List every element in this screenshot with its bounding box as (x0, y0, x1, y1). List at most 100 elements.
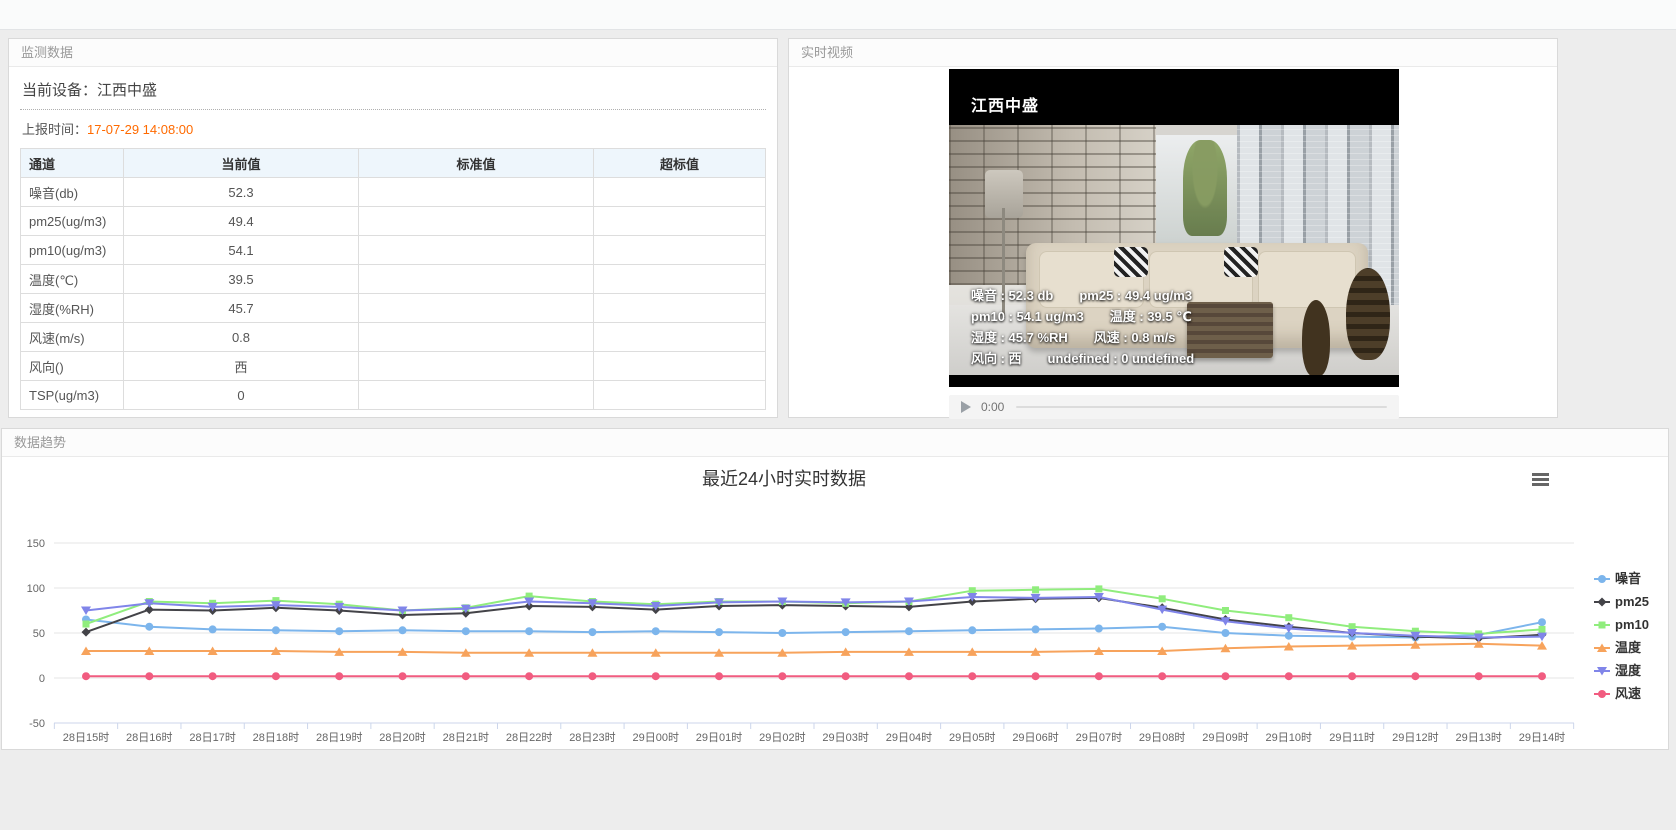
cell-standard (359, 323, 594, 352)
video-sensor-overlay: 噪音 : 52.3 db pm25 : 49.4 ug/m3pm10 : 54.… (971, 285, 1194, 369)
series-风速 (82, 672, 1546, 680)
svg-text:29日03时: 29日03时 (822, 731, 868, 744)
coffee-table-decor (1187, 302, 1273, 358)
plant-decor (1183, 140, 1227, 236)
cell-current: 49.4 (124, 207, 359, 236)
svg-text:29日06时: 29日06时 (1012, 731, 1058, 744)
cell-exceed (594, 381, 766, 410)
data-trend-panel: 数据趋势 最近24小时实时数据-5005010015028日15时28日16时2… (1, 428, 1669, 750)
monitor-panel-body: 当前设备：江西中盛 上报时间：17-07-29 14:08:00 通道 当前值 … (9, 67, 777, 412)
channel-table-body: 噪音(db)52.3pm25(ug/m3)49.4pm10(ug/m3)54.1… (21, 178, 766, 410)
report-time-line: 上报时间：17-07-29 14:08:00 (20, 110, 766, 145)
svg-text:29日12时: 29日12时 (1392, 731, 1438, 744)
cell-exceed (594, 294, 766, 323)
svg-text:29日00时: 29日00时 (632, 731, 678, 744)
progress-bar[interactable] (1016, 406, 1387, 408)
cell-channel: pm10(ug/m3) (21, 236, 124, 265)
patterned-pillow (1114, 247, 1148, 277)
playback-time: 0:00 (981, 400, 1004, 414)
header-standard-value: 标准值 (359, 149, 594, 178)
cell-exceed (594, 236, 766, 265)
header-exceed-value: 超标值 (594, 149, 766, 178)
svg-text:温度: 温度 (1615, 640, 1642, 655)
svg-text:29日02时: 29日02时 (759, 731, 805, 744)
cell-channel: 温度(℃) (21, 265, 124, 294)
chart-legend: 噪音 pm25 pm10 温度湿度风速 (1594, 571, 1649, 701)
series-噪音 (82, 616, 1546, 642)
channel-row: 温度(℃)39.5 (21, 265, 766, 294)
play-icon[interactable] (961, 401, 971, 413)
chart-menu-icon[interactable] (1532, 473, 1549, 486)
svg-text:pm10: pm10 (1615, 617, 1649, 632)
svg-text:100: 100 (27, 583, 45, 595)
cell-exceed (594, 265, 766, 294)
svg-text:29日14时: 29日14时 (1519, 731, 1565, 744)
cell-channel: pm25(ug/m3) (21, 207, 124, 236)
cell-current: 0.8 (124, 323, 359, 352)
svg-text:150: 150 (27, 538, 45, 550)
vase-decor (1346, 268, 1390, 360)
video-device-title: 江西中盛 (971, 92, 1039, 116)
svg-text:28日19时: 28日19时 (316, 731, 362, 744)
cell-standard (359, 265, 594, 294)
chart-title: 最近24小时实时数据 (702, 469, 866, 489)
legend-item-温度[interactable]: 温度 (1594, 640, 1642, 655)
cell-channel: 湿度(%RH) (21, 294, 124, 323)
sofa-cushion (1258, 251, 1356, 308)
channel-row: pm10(ug/m3)54.1 (21, 236, 766, 265)
cell-channel: 风向() (21, 352, 124, 381)
svg-text:29日11时: 29日11时 (1329, 731, 1375, 744)
cell-current: 0 (124, 381, 359, 410)
legend-item-湿度[interactable]: 湿度 (1594, 663, 1642, 678)
header-current-value: 当前值 (124, 149, 359, 178)
legend-item-风速[interactable]: 风速 (1594, 686, 1641, 701)
svg-text:28日15时: 28日15时 (63, 731, 109, 744)
cell-exceed (594, 178, 766, 207)
svg-text:29日04时: 29日04时 (886, 731, 932, 744)
channel-row: 风速(m/s)0.8 (21, 323, 766, 352)
channel-row: 风向()西 (21, 352, 766, 381)
cell-current: 39.5 (124, 265, 359, 294)
x-axis: 28日15时 28日16时 28日17时 28日18时 28日19时 28日20时 28日2… (54, 723, 1574, 744)
cell-standard (359, 178, 594, 207)
svg-text:28日17时: 28日17时 (189, 731, 235, 744)
cell-channel: 噪音(db) (21, 178, 124, 207)
trend-panel-title: 数据趋势 (2, 429, 1668, 457)
legend-item-pm25[interactable]: pm25 (1594, 594, 1649, 609)
svg-text:29日08时: 29日08时 (1139, 731, 1185, 744)
svg-text:0: 0 (39, 673, 45, 685)
patterned-pillow (1224, 247, 1258, 277)
y-axis: -50 0 50 100 150 (27, 538, 1574, 730)
cell-current: 54.1 (124, 236, 359, 265)
legend-item-噪音[interactable]: 噪音 (1594, 571, 1641, 586)
monitor-data-panel: 监测数据 当前设备：江西中盛 上报时间：17-07-29 14:08:00 通道… (8, 38, 778, 418)
channel-row: 湿度(%RH)45.7 (21, 294, 766, 323)
browser-top-strip (0, 0, 1676, 30)
svg-text:28日16时: 28日16时 (126, 731, 172, 744)
svg-text:29日05时: 29日05时 (949, 731, 995, 744)
svg-text:50: 50 (33, 628, 45, 640)
channel-row: TSP(ug/m3)0 (21, 381, 766, 410)
cell-standard (359, 207, 594, 236)
cell-channel: 风速(m/s) (21, 323, 124, 352)
svg-text:-50: -50 (29, 718, 45, 730)
svg-text:28日20时: 28日20时 (379, 731, 425, 744)
live-video-panel: 实时视频 江西中盛 噪音 : 52.3 db pm25 : 49.4 ug/m3… (788, 38, 1558, 418)
series-温度 (81, 639, 1547, 657)
svg-text:28日21时: 28日21时 (443, 731, 489, 744)
svg-text:29日01时: 29日01时 (696, 731, 742, 744)
cell-exceed (594, 323, 766, 352)
channel-row: pm25(ug/m3)49.4 (21, 207, 766, 236)
video-frame[interactable]: 江西中盛 噪音 : 52.3 db pm25 : 49.4 ug/m3pm10 … (949, 69, 1399, 387)
video-control-bar: 0:00 (949, 395, 1399, 419)
report-time-label: 上报时间： (22, 122, 87, 137)
svg-text:湿度: 湿度 (1615, 663, 1642, 678)
svg-text:28日18时: 28日18时 (253, 731, 299, 744)
cell-current: 西 (124, 352, 359, 381)
svg-text:29日09时: 29日09时 (1202, 731, 1248, 744)
channel-table-header-row: 通道 当前值 标准值 超标值 (21, 149, 766, 178)
cell-current: 52.3 (124, 178, 359, 207)
legend-item-pm10[interactable]: pm10 (1594, 617, 1649, 632)
video-overlay-line: pm10 : 54.1 ug/m3 温度 : 39.5 ℃ (971, 306, 1194, 327)
cell-standard (359, 352, 594, 381)
